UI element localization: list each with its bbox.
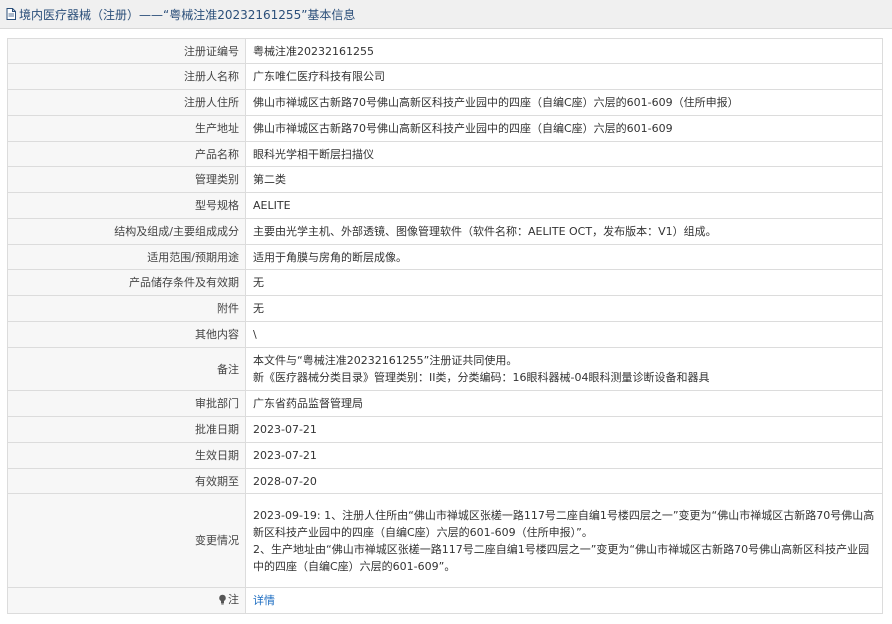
row-value: 主要由光学主机、外部透镜、图像管理软件（软件名称：AELITE OCT，发布版本… [245,218,883,245]
table-row: 审批部门 广东省药品监督管理局 [7,390,883,417]
note-label: 注 [228,593,239,606]
row-label: 结构及组成/主要组成成分 [7,218,246,245]
row-value: 适用于角膜与房角的断层成像。 [245,244,883,270]
note-value-cell: 详情 [245,587,883,614]
table-row: 附件 无 [7,295,883,322]
table-row: 型号规格 AELITE [7,192,883,219]
row-value: AELITE [245,192,883,219]
document-icon [6,8,16,20]
page-header: 境内医疗器械（注册）——“粤械注准20232161255”基本信息 [0,0,892,29]
table-row: 生产地址 佛山市禅城区古新路70号佛山高新区科技产业园中的四座（自编C座）六层的… [7,115,883,142]
table-row: 结构及组成/主要组成成分 主要由光学主机、外部透镜、图像管理软件（软件名称：AE… [7,218,883,245]
row-value: 本文件与“粤械注准20232161255”注册证共同使用。 新《医疗器械分类目录… [245,347,883,391]
row-label: 审批部门 [7,390,246,417]
row-value: 无 [245,269,883,296]
row-label: 注册人名称 [7,63,246,90]
row-label: 产品储存条件及有效期 [7,269,246,296]
table-row: 其他内容 \ [7,321,883,348]
table-row: 产品储存条件及有效期 无 [7,269,883,296]
row-label: 产品名称 [7,141,246,167]
row-label: 备注 [7,347,246,391]
row-label: 批准日期 [7,416,246,443]
table-row: 管理类别 第二类 [7,166,883,193]
row-label: 有效期至 [7,468,246,494]
table-row: 备注 本文件与“粤械注准20232161255”注册证共同使用。 新《医疗器械分… [7,347,883,391]
row-value: 佛山市禅城区古新路70号佛山高新区科技产业园中的四座（自编C座）六层的601-6… [245,115,883,142]
info-table: 注册证编号 粤械注准20232161255 注册人名称 广东唯仁医疗科技有限公司… [7,38,883,614]
row-value: 第二类 [245,166,883,193]
row-value: 广东唯仁医疗科技有限公司 [245,63,883,90]
lightbulb-icon [219,594,226,605]
table-row: 批准日期 2023-07-21 [7,416,883,443]
row-value: 2023-07-21 [245,416,883,443]
row-label: 生产地址 [7,115,246,142]
row-value: 粤械注准20232161255 [245,38,883,64]
row-value: 佛山市禅城区古新路70号佛山高新区科技产业园中的四座（自编C座）六层的601-6… [245,89,883,116]
table-row: 注 详情 [7,587,883,614]
row-label: 变更情况 [7,493,246,588]
row-label: 附件 [7,295,246,322]
table-row: 注册人住所 佛山市禅城区古新路70号佛山高新区科技产业园中的四座（自编C座）六层… [7,89,883,116]
row-label: 其他内容 [7,321,246,348]
row-value: 无 [245,295,883,322]
details-link[interactable]: 详情 [253,594,275,607]
table-row: 注册证编号 粤械注准20232161255 [7,38,883,64]
note-label-cell: 注 [7,587,246,614]
table-row: 适用范围/预期用途 适用于角膜与房角的断层成像。 [7,244,883,270]
table-row: 变更情况 2023-09-19: 1、注册人住所由“佛山市禅城区张槎一路117号… [7,493,883,588]
row-label: 管理类别 [7,166,246,193]
row-label: 适用范围/预期用途 [7,244,246,270]
page-title: 境内医疗器械（注册）——“粤械注准20232161255”基本信息 [19,7,356,22]
row-label: 注册证编号 [7,38,246,64]
row-value: \ [245,321,883,348]
row-value: 2023-09-19: 1、注册人住所由“佛山市禅城区张槎一路117号二座自编1… [245,493,883,588]
table-row: 生效日期 2023-07-21 [7,442,883,469]
row-value: 眼科光学相干断层扫描仪 [245,141,883,167]
row-value: 2023-07-21 [245,442,883,469]
row-value: 广东省药品监督管理局 [245,390,883,417]
row-value: 2028-07-20 [245,468,883,494]
table-row: 有效期至 2028-07-20 [7,468,883,494]
row-label: 生效日期 [7,442,246,469]
table-row: 注册人名称 广东唯仁医疗科技有限公司 [7,63,883,90]
table-row: 产品名称 眼科光学相干断层扫描仪 [7,141,883,167]
note-key: 注 [218,591,239,608]
row-label: 型号规格 [7,192,246,219]
row-label: 注册人住所 [7,89,246,116]
